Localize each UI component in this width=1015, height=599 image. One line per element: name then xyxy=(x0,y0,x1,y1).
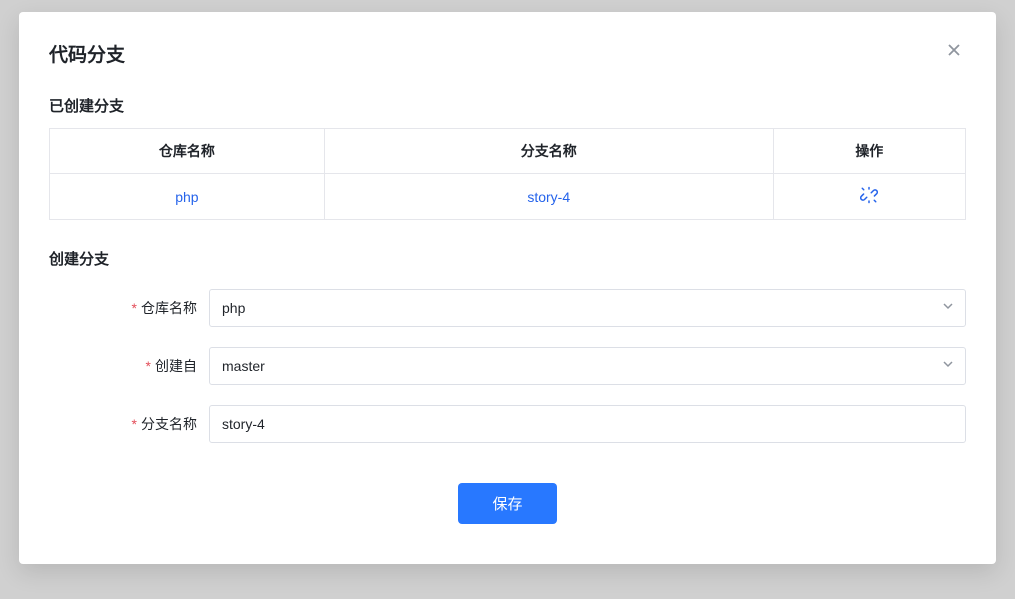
form-actions: 保存 xyxy=(49,483,966,524)
modal-title: 代码分支 xyxy=(49,40,125,67)
required-mark: * xyxy=(132,416,137,432)
from-select[interactable]: master xyxy=(209,347,966,385)
repo-select[interactable]: php xyxy=(209,289,966,327)
existing-branches-title: 已创建分支 xyxy=(49,95,966,116)
form-row-repo: *仓库名称 php xyxy=(49,289,966,327)
repo-link[interactable]: php xyxy=(175,189,198,205)
unlink-icon[interactable] xyxy=(860,186,878,204)
table-row: php story-4 xyxy=(50,174,966,220)
col-header-branch: 分支名称 xyxy=(324,129,773,174)
col-header-action: 操作 xyxy=(773,129,965,174)
required-mark: * xyxy=(146,358,151,374)
label-from: *创建自 xyxy=(49,356,209,376)
branch-link[interactable]: story-4 xyxy=(527,189,570,205)
close-button[interactable] xyxy=(942,40,966,64)
form-row-from: *创建自 master xyxy=(49,347,966,385)
save-button[interactable]: 保存 xyxy=(458,483,556,524)
label-branch: *分支名称 xyxy=(49,414,209,434)
col-header-repo: 仓库名称 xyxy=(50,129,325,174)
label-repo: *仓库名称 xyxy=(49,298,209,318)
required-mark: * xyxy=(132,300,137,316)
modal-header: 代码分支 xyxy=(49,40,966,67)
close-icon xyxy=(946,41,962,63)
form-row-branch: *分支名称 xyxy=(49,405,966,443)
code-branch-modal: 代码分支 已创建分支 仓库名称 分支名称 操作 php story-4 xyxy=(19,12,996,564)
existing-branches-table: 仓库名称 分支名称 操作 php story-4 xyxy=(49,128,966,220)
branch-name-input[interactable] xyxy=(209,405,966,443)
create-branch-title: 创建分支 xyxy=(49,248,966,269)
